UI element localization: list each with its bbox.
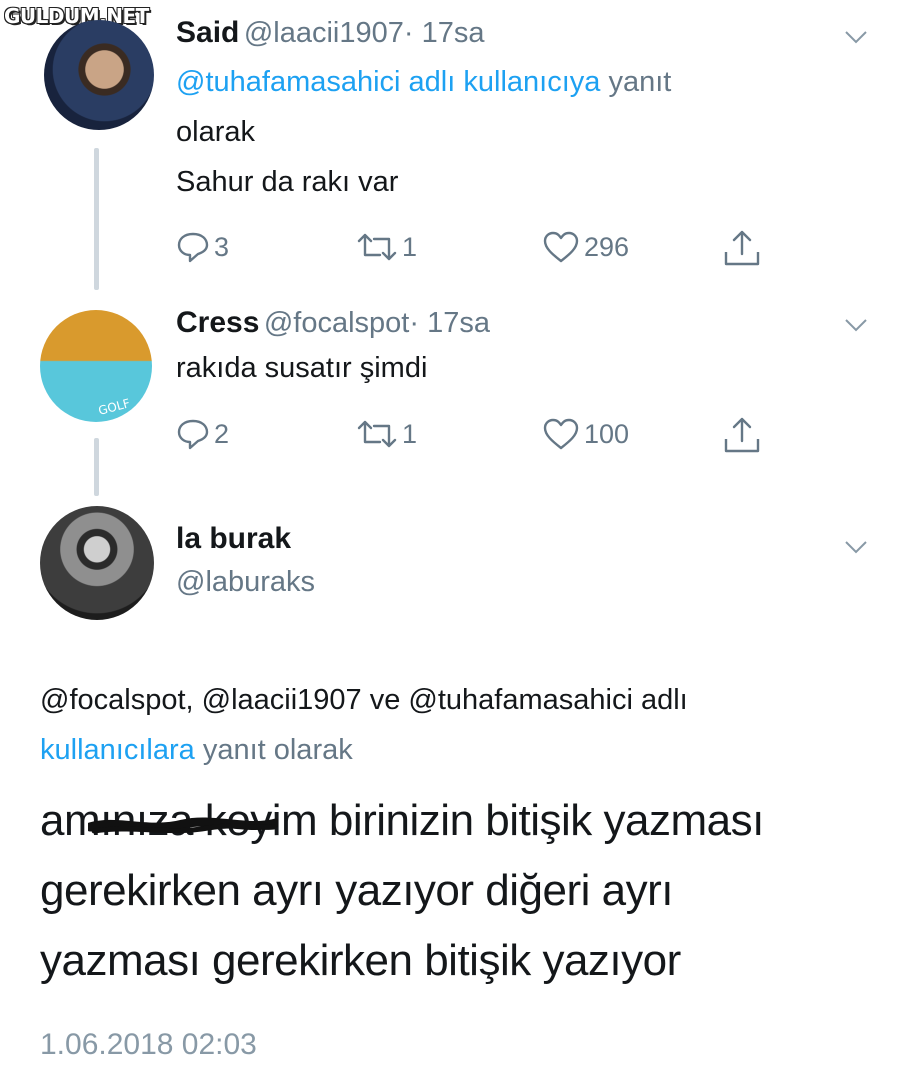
- tweet-timestamp[interactable]: 1.06.2018 02:03: [40, 1028, 257, 1062]
- user-handle[interactable]: @laburaks: [176, 566, 315, 599]
- user-handle[interactable]: @laacii1907: [244, 17, 404, 49]
- chevron-down-icon[interactable]: [844, 540, 868, 554]
- retweet-button[interactable]: 1: [356, 230, 417, 264]
- tweet-text-rest: birinizin bitişik yazması: [328, 796, 764, 845]
- like-button[interactable]: 100: [542, 417, 629, 451]
- tweet-header: Said @laacii1907· 17sa: [176, 16, 484, 50]
- reply-icon: [177, 419, 209, 450]
- like-button[interactable]: 296: [542, 230, 629, 264]
- reply-to-link[interactable]: kullanıcılara: [40, 734, 195, 766]
- tweet-text: Sahur da rakı var: [176, 166, 399, 198]
- reply-to-link[interactable]: @focalspot, @laacii1907 ve @tuhafamasahi…: [40, 684, 688, 717]
- retweet-icon: [357, 233, 397, 261]
- user-name[interactable]: la burak: [176, 522, 291, 556]
- avatar[interactable]: [40, 506, 154, 620]
- reply-icon: [177, 232, 209, 263]
- reply-to-suffix: yanıt olarak: [202, 734, 353, 766]
- tweet-time[interactable]: · 17sa: [409, 307, 490, 339]
- reply-to: @tuhafamasahici adlı kullanıcıya yanıt: [176, 66, 671, 99]
- chevron-down-icon[interactable]: [844, 318, 868, 332]
- user-name[interactable]: Cress: [176, 306, 259, 339]
- tweet-text-line: gerekirken ayrı yazıyor diğeri ayrı: [40, 866, 673, 915]
- share-icon[interactable]: [722, 415, 762, 455]
- retweet-icon: [357, 420, 397, 448]
- thread-line: [94, 148, 99, 290]
- reply-to-suffix: yanıt: [608, 66, 672, 98]
- avatar[interactable]: GOLF: [40, 310, 152, 422]
- censor-scribble: [88, 817, 278, 834]
- like-icon: [543, 418, 579, 450]
- tweet-text: rakıda susatır şimdi: [176, 352, 428, 384]
- retweet-count: 1: [402, 231, 418, 262]
- user-handle[interactable]: @focalspot: [264, 307, 410, 339]
- reply-count: 2: [214, 418, 230, 449]
- thread-line: [94, 438, 99, 496]
- reply-to-link[interactable]: @tuhafamasahici adlı kullanıcıya: [176, 66, 600, 98]
- chevron-down-icon[interactable]: [844, 30, 868, 44]
- avatar-shirt-text: GOLF: [96, 396, 132, 418]
- tweet-header: Cress @focalspot· 17sa: [176, 306, 490, 340]
- reply-button[interactable]: 3: [176, 230, 229, 264]
- like-count: 100: [584, 418, 630, 449]
- reply-count: 3: [214, 231, 230, 262]
- like-icon: [543, 231, 579, 263]
- user-name[interactable]: Said: [176, 16, 239, 49]
- like-count: 296: [584, 231, 630, 262]
- reply-button[interactable]: 2: [176, 417, 229, 451]
- tweet-text-line: yazması gerekirken bitişik yazıyor: [40, 936, 681, 985]
- retweet-button[interactable]: 1: [356, 417, 417, 451]
- avatar[interactable]: [44, 20, 154, 130]
- retweet-count: 1: [402, 418, 418, 449]
- tweet-time[interactable]: · 17sa: [404, 17, 485, 49]
- reply-to-line2: olarak: [176, 116, 255, 148]
- share-icon[interactable]: [722, 228, 762, 268]
- reply-to: kullanıcılara yanıt olarak: [40, 734, 353, 767]
